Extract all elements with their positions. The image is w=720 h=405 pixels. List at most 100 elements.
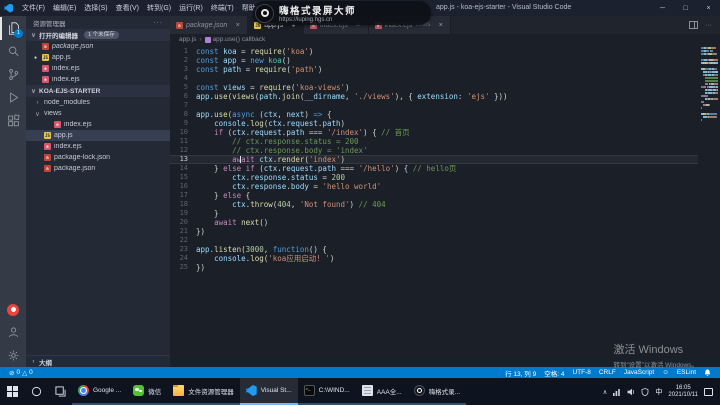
code-line-21[interactable]: 21}) [170, 227, 698, 236]
cortana-search-button[interactable] [24, 378, 48, 405]
tree-item-package.json[interactable]: n package.json [26, 163, 170, 174]
split-editor-button[interactable] [689, 21, 698, 29]
code-line-24[interactable]: 24 console.log('koa应用启动! ') [170, 254, 698, 263]
code-line-6[interactable]: 6 app.use(views(path.join(__dirname, './v… [170, 92, 698, 101]
code-line-9[interactable]: 9 console.log(ctx.request.path) [170, 119, 698, 128]
menu-文件[interactable]: 文件(F) [18, 3, 49, 13]
volume-icon[interactable] [627, 388, 635, 396]
tree-item-index.ejs[interactable]: e index.ejs [26, 119, 170, 130]
code-line-7[interactable]: 7 [170, 101, 698, 110]
tree-item-app.js[interactable]: JS app.js [26, 130, 170, 141]
clock[interactable]: 16:05 2021/10/11 [668, 385, 698, 399]
menu-运行[interactable]: 运行(R) [175, 3, 207, 13]
tree-item-views[interactable]: ∨ views [26, 108, 170, 119]
minimap-line [701, 113, 718, 115]
taskbar-app-文件资源管理器[interactable]: 文件资源管理器 [167, 378, 240, 405]
breadcrumb-item-0[interactable]: app.js [179, 36, 196, 43]
indentation[interactable]: 空格: 4 [540, 368, 568, 378]
menu-终端[interactable]: 终端(T) [207, 3, 238, 13]
explorer-icon[interactable]: 1 [0, 17, 26, 40]
code-line-8[interactable]: 8 app.use(async (ctx, next) => { [170, 110, 698, 119]
code-line-5[interactable]: 5 const views = require('koa-views') [170, 83, 698, 92]
notification-center-icon[interactable] [704, 387, 713, 396]
encoding[interactable]: UTF-8 [568, 369, 594, 376]
code-line-18[interactable]: 18 ctx.throw(404, 'Not found') // 404 [170, 200, 698, 209]
minimap[interactable] [701, 47, 718, 121]
breadcrumb-item-1[interactable]: app.use() callback [204, 36, 265, 43]
unsaved-badge: 1 个未保存 [84, 31, 119, 39]
code-line-12[interactable]: 12 // ctx.response.body = 'index' [170, 146, 698, 155]
run-debug-icon[interactable] [0, 86, 26, 109]
maximize-button[interactable]: □ [674, 0, 697, 16]
tree-item-package-lock.json[interactable]: n package-lock.json [26, 152, 170, 163]
project-header[interactable]: ∨ KOA-EJS-STARTER [26, 85, 170, 97]
menu-查看[interactable]: 查看(V) [112, 3, 143, 13]
open-editor-index.ejs[interactable]: e index.ejs [26, 74, 170, 85]
account-icon[interactable] [0, 321, 26, 344]
outline-header[interactable]: › 大纲 [26, 355, 170, 367]
open-editors-header[interactable]: ∨ 打开的编辑器 1 个未保存 [26, 29, 170, 41]
taskbar-app-C:\WIND...[interactable]: C:\WIND... [297, 378, 356, 405]
language-mode[interactable]: JavaScript [620, 369, 658, 376]
close-tab-icon[interactable]: × [234, 22, 241, 29]
start-button[interactable] [0, 378, 24, 405]
sidebar-more-actions-icon[interactable]: ··· [154, 19, 164, 26]
close-button[interactable]: × [697, 0, 720, 16]
minimap-line [701, 83, 718, 85]
recorder-extension-icon[interactable] [0, 298, 26, 321]
code-line-20[interactable]: 20 await next() [170, 218, 698, 227]
settings-gear-icon[interactable] [0, 344, 26, 367]
task-view-button[interactable] [48, 378, 72, 405]
menu-选择[interactable]: 选择(S) [80, 3, 111, 13]
source-control-icon[interactable] [0, 63, 26, 86]
editor-more-actions-icon[interactable]: ··· [705, 22, 712, 29]
open-editor-package.json[interactable]: n package.json [26, 41, 170, 52]
minimap-line [701, 80, 718, 82]
security-shield-icon[interactable] [641, 387, 649, 396]
network-icon[interactable] [613, 388, 621, 396]
code-line-23[interactable]: 23 app.listen(3000, function() { [170, 245, 698, 254]
code-line-15[interactable]: 15 ctx.response.status = 200 [170, 173, 698, 182]
cursor-position[interactable]: 行 13, 列 9 [501, 368, 540, 378]
code-line-14[interactable]: 14 } else if (ctx.request.path === '/hel… [170, 164, 698, 173]
tree-item-index.ejs[interactable]: e index.ejs [26, 141, 170, 152]
code-line-16[interactable]: 16 ctx.response.body = 'hello world' [170, 182, 698, 191]
taskbar-app-Visual St...[interactable]: Visual St... [239, 378, 298, 405]
code-line-22[interactable]: 22 [170, 236, 698, 245]
taskbar-app-嗨格式录...[interactable]: 嗨格式录... [407, 378, 467, 405]
code-line-2[interactable]: 2 const app = new koa() [170, 56, 698, 65]
tab-package.json[interactable]: n package.json × [170, 16, 249, 34]
notifications-bell-icon[interactable] [700, 369, 715, 377]
code-line-13[interactable]: 13 await ctx.render('index') [170, 155, 698, 164]
tree-item-node_modules[interactable]: › node_modules [26, 97, 170, 108]
feedback-smiley-icon[interactable]: ☺ [658, 369, 673, 376]
code-editor[interactable]: 1 const koa = require('koa') 2 const app = … [170, 45, 720, 367]
code-line-19[interactable]: 19 } [170, 209, 698, 218]
close-tab-icon[interactable]: × [437, 22, 444, 29]
eol[interactable]: CRLF [595, 369, 620, 376]
extensions-icon[interactable] [0, 109, 26, 132]
open-editor-app.js[interactable]: ● JS app.js [26, 52, 170, 63]
code-line-4[interactable]: 4 [170, 74, 698, 83]
menu-转到[interactable]: 转到(G) [143, 3, 175, 13]
eslint-status[interactable]: ESLint [673, 369, 700, 376]
code-line-11[interactable]: 11 // ctx.response.status = 200 [170, 137, 698, 146]
minimap-line [701, 71, 718, 73]
code-line-17[interactable]: 17 } else { [170, 191, 698, 200]
menu-编辑[interactable]: 编辑(E) [49, 3, 80, 13]
code-line-3[interactable]: 3 const path = require('path') [170, 65, 698, 74]
minimize-button[interactable]: ─ [651, 0, 674, 16]
tab-bar: n package.json × JS app.js ● e index.ejs × e index… [170, 16, 720, 34]
taskbar-app-Google ...[interactable]: Google ... [72, 378, 128, 405]
taskbar-app-AAA全...[interactable]: AAA全... [355, 378, 408, 405]
search-icon[interactable] [0, 40, 26, 63]
tray-chevron-icon[interactable]: ∧ [603, 388, 608, 396]
code-line-10[interactable]: 10 if (ctx.request.path === '/index') { … [170, 128, 698, 137]
problems-indicator[interactable]: ⊘ 0 △ 0 [5, 369, 37, 377]
minimap-line [701, 119, 718, 121]
code-line-25[interactable]: 25}) [170, 263, 698, 272]
taskbar-app-微信[interactable]: 微信 [127, 378, 168, 405]
input-method-indicator[interactable]: 中 [655, 387, 662, 397]
code-line-1[interactable]: 1 const koa = require('koa') [170, 47, 698, 56]
open-editor-index.ejs[interactable]: e index.ejs [26, 63, 170, 74]
